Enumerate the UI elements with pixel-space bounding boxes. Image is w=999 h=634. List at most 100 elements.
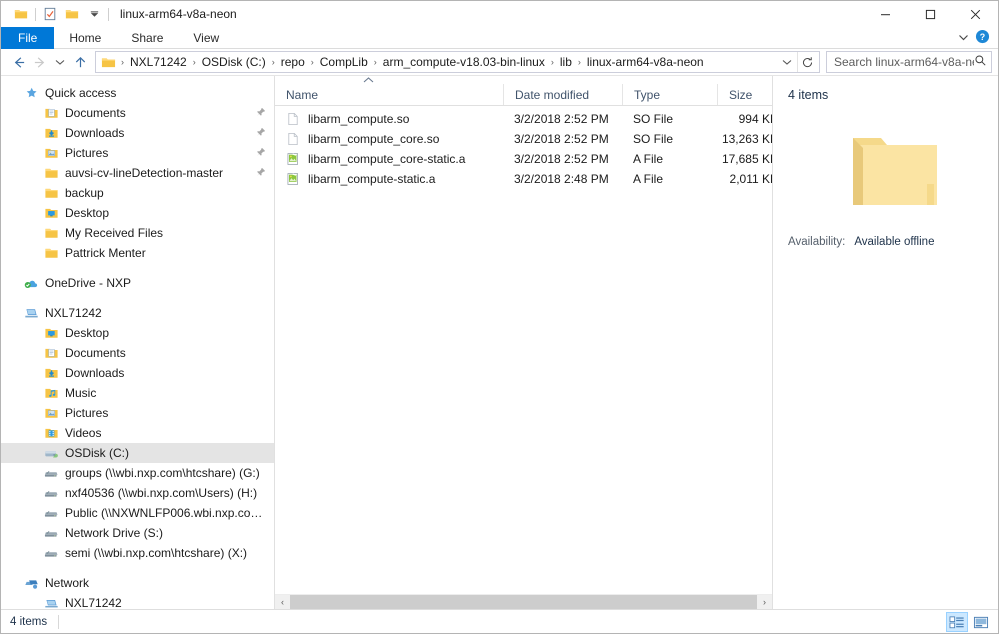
- sidebar-item-pc-pictures[interactable]: Pictures: [1, 403, 274, 423]
- large-icons-view-button[interactable]: [970, 612, 992, 632]
- sidebar-item-label: Pictures: [65, 146, 109, 160]
- sidebar-item-drive-g[interactable]: groups (\\wbi.nxp.com\htcshare) (G:): [1, 463, 274, 483]
- pin-icon[interactable]: [256, 166, 266, 180]
- sidebar-item-downloads[interactable]: Downloads: [1, 123, 274, 143]
- sidebar-item-pc-videos[interactable]: Videos: [1, 423, 274, 443]
- breadcrumb-folder-icon[interactable]: [101, 55, 116, 70]
- table-row[interactable]: libarm_compute_core-static.a 3/2/2018 2:…: [275, 149, 772, 169]
- network-icon: [23, 575, 39, 591]
- file-name-cell[interactable]: libarm_compute.so: [275, 111, 503, 127]
- breadcrumb-item-0[interactable]: NXL71242: [127, 55, 190, 69]
- file-date-cell: 3/2/2018 2:52 PM: [514, 132, 609, 146]
- breadcrumb-separator-2: ›: [271, 57, 275, 67]
- breadcrumb-item-1[interactable]: OSDisk (C:): [199, 55, 269, 69]
- desktop-folder-icon: [43, 325, 59, 341]
- pin-icon[interactable]: [256, 106, 266, 120]
- sidebar-item-pc-music[interactable]: Music: [1, 383, 274, 403]
- pin-icon[interactable]: [256, 126, 266, 140]
- music-folder-icon: [43, 385, 59, 401]
- search-input[interactable]: [834, 55, 974, 69]
- file-name-cell[interactable]: libarm_compute_core-static.a: [275, 151, 503, 167]
- sidebar-item-pc-documents[interactable]: Documents: [1, 343, 274, 363]
- column-header-size[interactable]: Size: [717, 84, 792, 105]
- tab-share[interactable]: Share: [116, 27, 178, 49]
- up-button[interactable]: [69, 51, 91, 73]
- sidebar-group-quick-access[interactable]: Quick access: [1, 83, 274, 103]
- file-type-cell: SO File: [633, 132, 674, 146]
- sidebar-item-label: semi (\\wbi.nxp.com\htcshare) (X:): [65, 546, 248, 560]
- pictures-folder-icon: [43, 145, 59, 161]
- sidebar-item-my-received-files[interactable]: My Received Files: [1, 223, 274, 243]
- sidebar-item-label: Documents: [65, 106, 126, 120]
- downloads-folder-icon: [43, 125, 59, 141]
- sidebar-item-pc-downloads[interactable]: Downloads: [1, 363, 274, 383]
- search-icon[interactable]: [974, 54, 987, 70]
- scrollbar-track[interactable]: [290, 594, 757, 610]
- sidebar-item-backup[interactable]: backup: [1, 183, 274, 203]
- column-header-date-modified[interactable]: Date modified: [503, 84, 622, 105]
- breadcrumb-separator-5: ›: [550, 57, 554, 67]
- sidebar-item-network-nxl71242[interactable]: NXL71242: [1, 593, 274, 609]
- refresh-icon[interactable]: [797, 52, 817, 72]
- table-row[interactable]: libarm_compute-static.a 3/2/2018 2:48 PM…: [275, 169, 772, 189]
- sidebar-item-pc-desktop[interactable]: Desktop: [1, 323, 274, 343]
- new-folder-icon[interactable]: [61, 3, 83, 25]
- back-button[interactable]: [7, 51, 29, 73]
- sidebar-group-network[interactable]: Network: [1, 573, 274, 593]
- tab-view[interactable]: View: [178, 27, 234, 49]
- table-row[interactable]: libarm_compute.so 3/2/2018 2:52 PM SO Fi…: [275, 109, 772, 129]
- breadcrumb-item-4[interactable]: arm_compute-v18.03-bin-linux: [380, 55, 548, 69]
- file-name-cell[interactable]: libarm_compute-static.a: [275, 171, 503, 187]
- sidebar-item-drive-x[interactable]: semi (\\wbi.nxp.com\htcshare) (X:): [1, 543, 274, 563]
- chevron-down-icon[interactable]: [958, 31, 969, 45]
- scrollbar-thumb[interactable]: [290, 594, 757, 610]
- horizontal-scrollbar[interactable]: ‹ ›: [275, 594, 772, 610]
- breadcrumb-item-6[interactable]: linux-arm64-v8a-neon: [584, 55, 707, 69]
- qat-folder-icon: [10, 3, 32, 25]
- sidebar-item-drive-s[interactable]: Network Drive (S:): [1, 523, 274, 543]
- scroll-right-arrow-icon[interactable]: ›: [757, 594, 772, 610]
- breadcrumb-item-5[interactable]: lib: [557, 55, 575, 69]
- qat-separator: [35, 7, 36, 21]
- breadcrumb-separator-1: ›: [192, 57, 196, 67]
- sidebar-item-label: nxf40536 (\\wbi.nxp.com\Users) (H:): [65, 486, 258, 500]
- details-view-button[interactable]: [946, 612, 968, 632]
- minimize-button[interactable]: [863, 1, 908, 27]
- customize-qat-chevron-icon[interactable]: [83, 3, 105, 25]
- sidebar-group-this-pc[interactable]: NXL71242: [1, 303, 274, 323]
- sidebar-item-osdisk-c[interactable]: OSDisk (C:): [1, 443, 274, 463]
- sidebar-item-label: groups (\\wbi.nxp.com\htcshare) (G:): [65, 466, 260, 480]
- archive-file-icon: [285, 151, 301, 167]
- tab-file[interactable]: File: [1, 27, 55, 49]
- pin-icon[interactable]: [256, 146, 266, 160]
- table-row[interactable]: libarm_compute_core.so 3/2/2018 2:52 PM …: [275, 129, 772, 149]
- breadcrumb-item-2[interactable]: repo: [278, 55, 308, 69]
- qat-separator-2: [108, 7, 109, 21]
- help-icon[interactable]: ?: [975, 29, 990, 47]
- maximize-button[interactable]: [908, 1, 953, 27]
- sidebar-group-onedrive[interactable]: OneDrive - NXP: [1, 273, 274, 293]
- close-button[interactable]: [953, 1, 998, 27]
- search-box[interactable]: [826, 51, 992, 73]
- sidebar-item-drive-h[interactable]: nxf40536 (\\wbi.nxp.com\Users) (H:): [1, 483, 274, 503]
- scroll-left-arrow-icon[interactable]: ‹: [275, 594, 290, 610]
- tab-home[interactable]: Home: [54, 27, 116, 49]
- sidebar-item-documents[interactable]: Documents: [1, 103, 274, 123]
- videos-folder-icon: [43, 425, 59, 441]
- recent-locations-button[interactable]: [51, 51, 69, 73]
- column-header-type[interactable]: Type: [622, 84, 717, 105]
- breadcrumb[interactable]: › NXL71242 › OSDisk (C:) › repo › CompLi…: [95, 51, 820, 73]
- breadcrumb-item-3[interactable]: CompLib: [317, 55, 371, 69]
- sidebar-item-desktop[interactable]: Desktop: [1, 203, 274, 223]
- file-size-cell: 994 KB: [738, 112, 772, 126]
- column-header-name[interactable]: Name: [275, 84, 503, 105]
- file-name-cell[interactable]: libarm_compute_core.so: [275, 131, 503, 147]
- sidebar-item-pattrick-menter[interactable]: Pattrick Menter: [1, 243, 274, 263]
- breadcrumb-dropdown-icon[interactable]: [777, 52, 797, 72]
- window-controls: [863, 1, 998, 27]
- properties-icon[interactable]: [39, 3, 61, 25]
- sidebar-item-auvsi-cv-linedetection-master[interactable]: auvsi-cv-lineDetection-master: [1, 163, 274, 183]
- sidebar-item-drive-k[interactable]: Public (\\NXWNLFP006.wbi.nxp.com) (K:): [1, 503, 274, 523]
- sidebar-item-pictures[interactable]: Pictures: [1, 143, 274, 163]
- details-properties: Availability: Available offline: [788, 236, 998, 248]
